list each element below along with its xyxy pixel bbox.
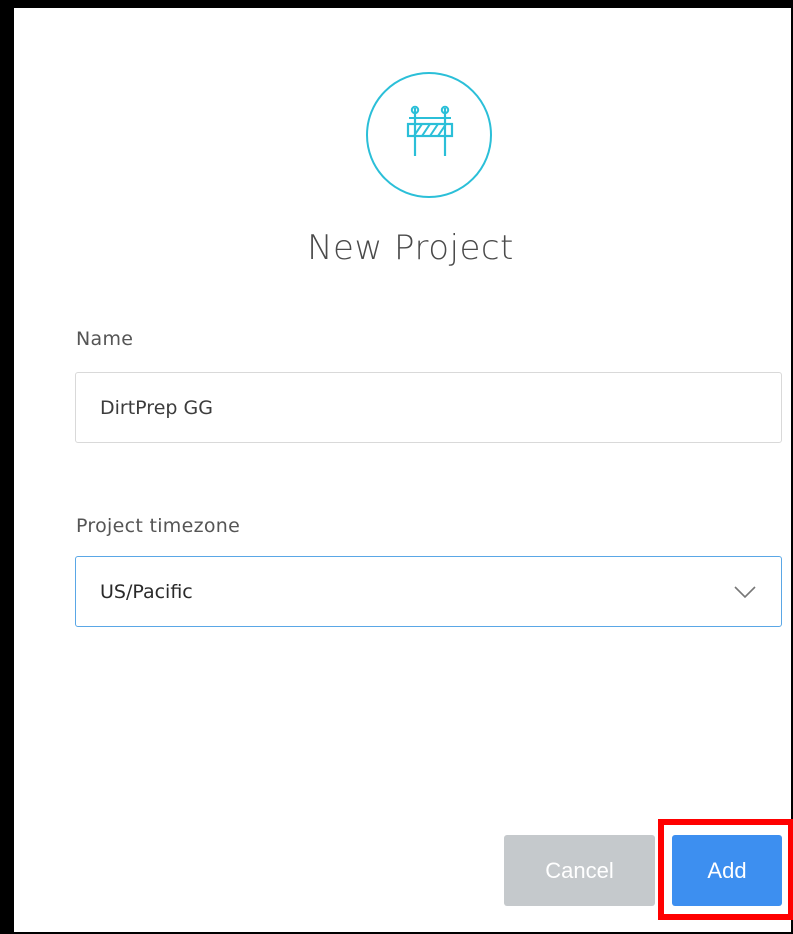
dialog-title: New Project — [307, 228, 514, 268]
new-project-dialog: New Project Name DirtPrep GG Project tim… — [0, 0, 793, 934]
chevron-down-icon — [734, 585, 756, 598]
project-icon-badge — [366, 72, 492, 198]
name-input[interactable]: DirtPrep GG — [75, 372, 782, 443]
name-input-value: DirtPrep GG — [100, 396, 213, 419]
timezone-label: Project timezone — [76, 515, 241, 537]
add-button[interactable]: Add — [672, 835, 782, 906]
timezone-selected-value: US/Pacific — [100, 580, 193, 603]
cancel-button[interactable]: Cancel — [504, 835, 655, 906]
timezone-select[interactable]: US/Pacific — [75, 556, 782, 627]
name-label: Name — [76, 328, 134, 350]
construction-barrier-icon — [406, 105, 454, 156]
